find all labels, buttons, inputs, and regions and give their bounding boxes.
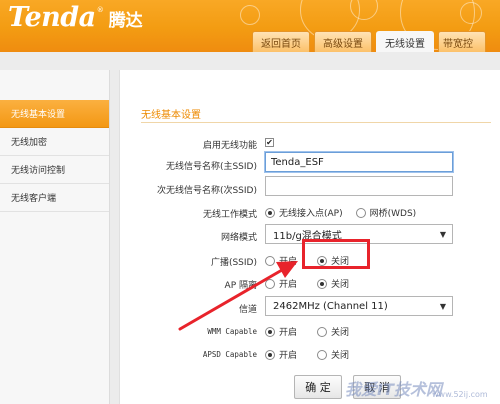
work-mode-wds-label: 网桥(WDS) xyxy=(369,209,417,219)
tab-advanced[interactable]: 高级设置 xyxy=(314,31,372,52)
logo-text-cn: 腾达 xyxy=(108,11,143,31)
radio-selected-icon xyxy=(317,278,328,289)
apsd-option-off[interactable]: 关闭 xyxy=(317,348,349,361)
secondary-ssid-input[interactable] xyxy=(265,176,453,196)
radio-unselected-icon xyxy=(265,255,275,266)
logo-text-en: Tenda xyxy=(8,2,96,33)
sidebar-item-wireless-clients[interactable]: 无线客户端 xyxy=(0,184,109,212)
checkmark-icon: ✔ xyxy=(266,137,273,147)
primary-ssid-input[interactable] xyxy=(265,152,453,172)
radio-unselected-icon xyxy=(265,278,275,289)
logo-registered-mark: ® xyxy=(96,6,104,14)
enable-wireless-checkbox[interactable]: ✔ xyxy=(265,138,274,147)
radio-selected-icon xyxy=(265,207,275,218)
apsd-radio-group: 开启 关闭 xyxy=(265,348,349,361)
sidebar-item-wireless-basic[interactable]: 无线基本设置 xyxy=(0,100,109,128)
channel-label: 信道 xyxy=(238,305,257,315)
radio-selected-icon xyxy=(265,349,275,360)
radio-unselected-icon xyxy=(317,326,328,337)
wmm-radio-group: 开启 关闭 xyxy=(265,325,349,338)
dropdown-caret-icon: ▼ xyxy=(439,229,446,239)
secondary-ssid-label: 次无线信号名称(次SSID) xyxy=(156,186,257,196)
watermark-url: www.52ij.com xyxy=(432,390,488,399)
radio-selected-icon xyxy=(265,326,275,337)
ap-isolation-label: AP 隔离 xyxy=(224,281,257,291)
top-nav-tabs: 返回首页 高级设置 无线设置 带宽控 xyxy=(252,31,486,52)
channel-select[interactable]: 2462MHz (Channel 11) ▼ xyxy=(265,296,453,316)
wmm-capable-label: WMM Capable xyxy=(207,327,257,336)
ap-isolation-radio-group: 开启 关闭 xyxy=(265,277,349,290)
network-mode-label: 网络模式 xyxy=(220,233,257,243)
tab-wireless[interactable]: 无线设置 xyxy=(376,31,434,52)
wmm-on-label: 开启 xyxy=(279,328,298,338)
apsd-on-label: 开启 xyxy=(279,351,298,361)
work-mode-radio-group: 无线接入点(AP) 网桥(WDS) xyxy=(265,206,416,219)
work-mode-option-ap[interactable]: 无线接入点(AP) xyxy=(265,206,343,219)
tab-bandwidth[interactable]: 带宽控 xyxy=(438,31,486,52)
work-mode-option-wds[interactable]: 网桥(WDS) xyxy=(355,206,417,219)
apsd-option-on[interactable]: 开启 xyxy=(265,348,297,361)
apsd-capable-label: APSD Capable xyxy=(202,350,257,359)
confirm-button[interactable]: 确 定 xyxy=(294,375,342,399)
tab-home[interactable]: 返回首页 xyxy=(252,31,310,52)
ap-isolation-on-label: 开启 xyxy=(279,280,298,290)
wmm-option-off[interactable]: 关闭 xyxy=(317,325,349,338)
sidebar-item-access-control[interactable]: 无线访问控制 xyxy=(0,156,109,184)
wmm-option-on[interactable]: 开启 xyxy=(265,325,297,338)
dropdown-caret-icon: ▼ xyxy=(439,301,446,311)
channel-value: 2462MHz (Channel 11) xyxy=(273,300,388,312)
broadcast-on-label: 开启 xyxy=(279,257,298,267)
watermark-text: 我爱IT技术网 xyxy=(345,380,442,399)
settings-panel: 无线基本设置 启用无线功能 ✔ 无线信号名称(主SSID) 次无线信号名称(次S… xyxy=(119,70,500,404)
work-mode-ap-label: 无线接入点(AP) xyxy=(279,209,343,219)
wmm-off-label: 关闭 xyxy=(331,328,350,338)
radio-unselected-icon xyxy=(317,349,328,360)
broadcast-ssid-label: 广播(SSID) xyxy=(210,258,257,268)
work-mode-label: 无线工作模式 xyxy=(202,210,257,220)
ap-isolation-option-on[interactable]: 开启 xyxy=(265,277,297,290)
section-divider xyxy=(141,122,491,123)
enable-wireless-label: 启用无线功能 xyxy=(202,141,257,151)
header-bar: Tenda ® 腾达 返回首页 高级设置 无线设置 带宽控 xyxy=(0,0,500,52)
highlight-box xyxy=(302,239,370,269)
apsd-off-label: 关闭 xyxy=(331,351,350,361)
primary-ssid-label: 无线信号名称(主SSID) xyxy=(165,162,257,172)
radio-unselected-icon xyxy=(355,207,366,218)
sidebar-menu: 无线基本设置 无线加密 无线访问控制 无线客户端 xyxy=(0,70,110,404)
ap-isolation-off-label: 关闭 xyxy=(331,280,350,290)
ap-isolation-option-off[interactable]: 关闭 xyxy=(317,277,349,290)
sidebar-item-wireless-security[interactable]: 无线加密 xyxy=(0,128,109,156)
broadcast-option-on[interactable]: 开启 xyxy=(265,254,297,267)
section-title: 无线基本设置 xyxy=(141,110,201,121)
tenda-logo: Tenda ® 腾达 xyxy=(8,2,143,36)
